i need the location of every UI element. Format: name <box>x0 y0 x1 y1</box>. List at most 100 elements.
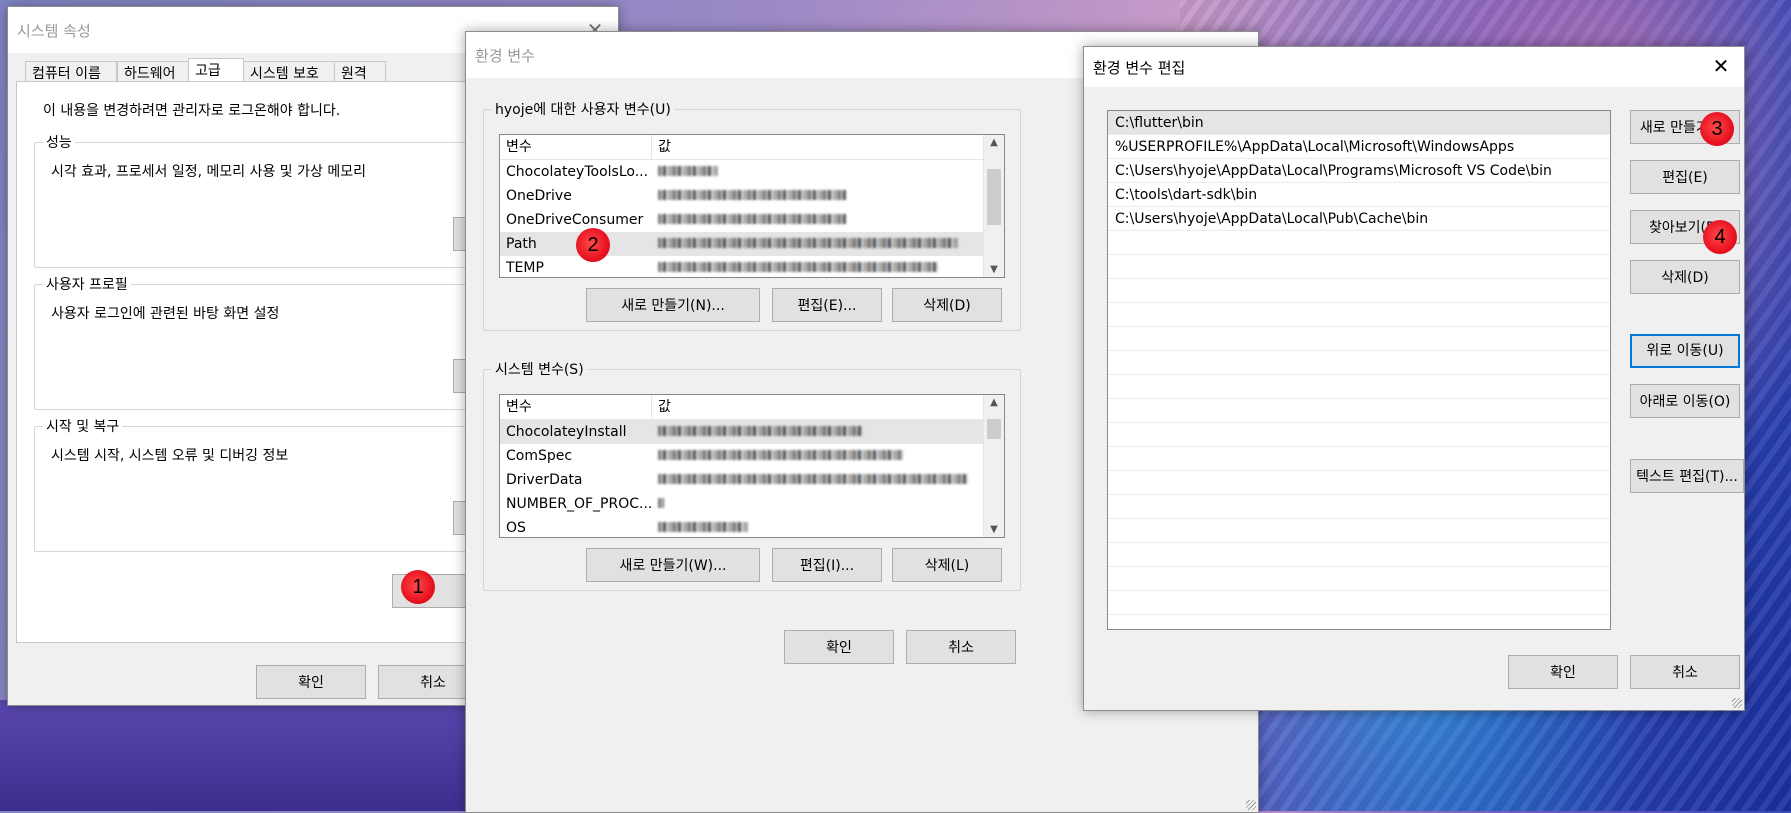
list-row[interactable]: OS <box>500 516 984 537</box>
ok-button[interactable]: 확인 <box>1508 655 1618 689</box>
system-edit-button[interactable]: 편집(I)... <box>772 548 882 582</box>
window-title: 시스템 속성 <box>17 22 91 40</box>
empty-list-row[interactable] <box>1108 231 1610 255</box>
variable-name: OneDrive <box>506 188 572 204</box>
move-down-button[interactable]: 아래로 이동(O) <box>1630 384 1740 418</box>
ok-button[interactable]: 확인 <box>256 665 366 699</box>
desktop-wallpaper-lower <box>0 700 470 811</box>
empty-list-row[interactable] <box>1108 375 1610 399</box>
list-row[interactable]: NUMBER_OF_PROC... <box>500 492 984 516</box>
system-variables-group: 시스템 변수(S) 변수 값 ChocolateyInstall ComSpec… <box>483 359 1021 591</box>
list-row[interactable]: OneDriveConsumer <box>500 208 984 232</box>
resize-grip-icon[interactable] <box>1732 698 1742 708</box>
window-title: 환경 변수 <box>475 47 535 65</box>
list-header: 변수 값 <box>500 135 984 160</box>
move-up-button[interactable]: 위로 이동(U) <box>1630 334 1740 368</box>
variable-name: ChocolateyInstall <box>506 424 627 440</box>
system-variables-label: 시스템 변수(S) <box>492 359 587 379</box>
variable-name: TEMP <box>506 260 544 276</box>
performance-text: 시각 효과, 프로세서 일정, 메모리 사용 및 가상 메모리 <box>51 164 366 180</box>
edit-env-titlebar[interactable]: 환경 변수 편집 ✕ <box>1084 47 1744 87</box>
list-row[interactable]: OneDrive <box>500 184 984 208</box>
list-header: 변수 값 <box>500 395 984 420</box>
user-profile-text: 사용자 로그인에 관련된 바탕 화면 설정 <box>51 306 280 322</box>
window-title: 환경 변수 편집 <box>1093 59 1186 77</box>
empty-list-row[interactable] <box>1108 303 1610 327</box>
system-delete-button[interactable]: 삭제(L) <box>892 548 1002 582</box>
user-variables-list[interactable]: 변수 값 ChocolateyToolsLo... OneDrive OneDr… <box>499 134 1005 278</box>
scroll-thumb[interactable] <box>987 169 1001 225</box>
redacted-value <box>658 474 968 484</box>
user-edit-button[interactable]: 편집(E)... <box>772 288 882 322</box>
edit-text-button[interactable]: 텍스트 편집(T)... <box>1630 459 1744 493</box>
empty-list-row[interactable] <box>1108 423 1610 447</box>
redacted-value <box>658 166 718 176</box>
ok-button[interactable]: 확인 <box>784 630 894 664</box>
list-item[interactable]: %USERPROFILE%\AppData\Local\Microsoft\Wi… <box>1108 135 1610 159</box>
redacted-value <box>658 522 748 532</box>
delete-button[interactable]: 삭제(D) <box>1630 260 1740 294</box>
edit-button[interactable]: 편집(E) <box>1630 160 1740 194</box>
empty-list-row[interactable] <box>1108 471 1610 495</box>
cancel-button[interactable]: 취소 <box>906 630 1016 664</box>
scroll-down-icon[interactable]: ▼ <box>984 264 1004 275</box>
column-variable[interactable]: 변수 <box>500 395 652 419</box>
list-item-selected[interactable]: C:\flutter\bin <box>1108 111 1610 135</box>
redacted-value <box>658 214 846 224</box>
admin-note: 이 내용을 변경하려면 관리자로 로그온해야 합니다. <box>43 103 341 119</box>
column-value[interactable]: 값 <box>652 135 984 159</box>
user-profile-label: 사용자 프로필 <box>43 274 131 294</box>
empty-list-row[interactable] <box>1108 447 1610 471</box>
column-variable[interactable]: 변수 <box>500 135 652 159</box>
close-icon[interactable]: ✕ <box>1708 53 1734 79</box>
empty-list-row[interactable] <box>1108 591 1610 615</box>
user-new-button[interactable]: 새로 만들기(N)... <box>586 288 760 322</box>
list-row-selected[interactable]: Path <box>500 232 984 256</box>
list-item[interactable]: C:\Users\hyoje\AppData\Local\Pub\Cache\b… <box>1108 207 1610 231</box>
list-row[interactable]: TEMP <box>500 256 984 277</box>
system-new-button[interactable]: 새로 만들기(W)... <box>586 548 760 582</box>
vertical-scrollbar[interactable]: ▲ ▼ <box>983 135 1004 277</box>
column-value[interactable]: 값 <box>652 395 984 419</box>
annotation-marker-2: 2 <box>576 228 610 262</box>
empty-list-row[interactable] <box>1108 351 1610 375</box>
system-variables-list[interactable]: 변수 값 ChocolateyInstall ComSpec DriverDat… <box>499 394 1005 538</box>
performance-label: 성능 <box>43 132 75 152</box>
empty-list-row[interactable] <box>1108 279 1610 303</box>
redacted-value <box>658 238 958 248</box>
user-delete-button[interactable]: 삭제(D) <box>892 288 1002 322</box>
resize-grip-icon[interactable] <box>1246 800 1256 810</box>
scroll-thumb[interactable] <box>987 419 1001 439</box>
variable-name: OneDriveConsumer <box>506 212 644 228</box>
startup-recovery-text: 시스템 시작, 시스템 오류 및 디버깅 정보 <box>51 448 289 464</box>
user-variables-group: hyoje에 대한 사용자 변수(U) 변수 값 ChocolateyTools… <box>483 99 1021 331</box>
scroll-up-icon[interactable]: ▲ <box>984 397 1004 408</box>
annotation-marker-3: 3 <box>1700 112 1734 146</box>
variable-name: DriverData <box>506 472 583 488</box>
list-row[interactable]: ChocolateyToolsLo... <box>500 160 984 184</box>
list-item[interactable]: C:\Users\hyoje\AppData\Local\Programs\Mi… <box>1108 159 1610 183</box>
redacted-value <box>658 262 938 272</box>
empty-list-row[interactable] <box>1108 327 1610 351</box>
empty-list-row[interactable] <box>1108 567 1610 591</box>
list-row[interactable]: ComSpec <box>500 444 984 468</box>
empty-list-row[interactable] <box>1108 543 1610 567</box>
empty-list-row[interactable] <box>1108 519 1610 543</box>
variable-name: ComSpec <box>506 448 573 464</box>
list-item[interactable]: C:\tools\dart-sdk\bin <box>1108 183 1610 207</box>
path-entries-list[interactable]: C:\flutter\bin %USERPROFILE%\AppData\Loc… <box>1107 110 1611 630</box>
variable-name: OS <box>506 520 526 536</box>
redacted-value <box>658 498 664 508</box>
list-row[interactable]: DriverData <box>500 468 984 492</box>
startup-recovery-label: 시작 및 복구 <box>43 416 123 436</box>
list-row-selected[interactable]: ChocolateyInstall <box>500 420 984 444</box>
empty-list-row[interactable] <box>1108 495 1610 519</box>
vertical-scrollbar[interactable]: ▲ ▼ <box>983 395 1004 537</box>
variable-name: NUMBER_OF_PROC... <box>506 496 652 512</box>
user-variables-label: hyoje에 대한 사용자 변수(U) <box>492 99 674 119</box>
scroll-down-icon[interactable]: ▼ <box>984 524 1004 535</box>
cancel-button[interactable]: 취소 <box>1630 655 1740 689</box>
empty-list-row[interactable] <box>1108 255 1610 279</box>
empty-list-row[interactable] <box>1108 399 1610 423</box>
scroll-up-icon[interactable]: ▲ <box>984 137 1004 148</box>
